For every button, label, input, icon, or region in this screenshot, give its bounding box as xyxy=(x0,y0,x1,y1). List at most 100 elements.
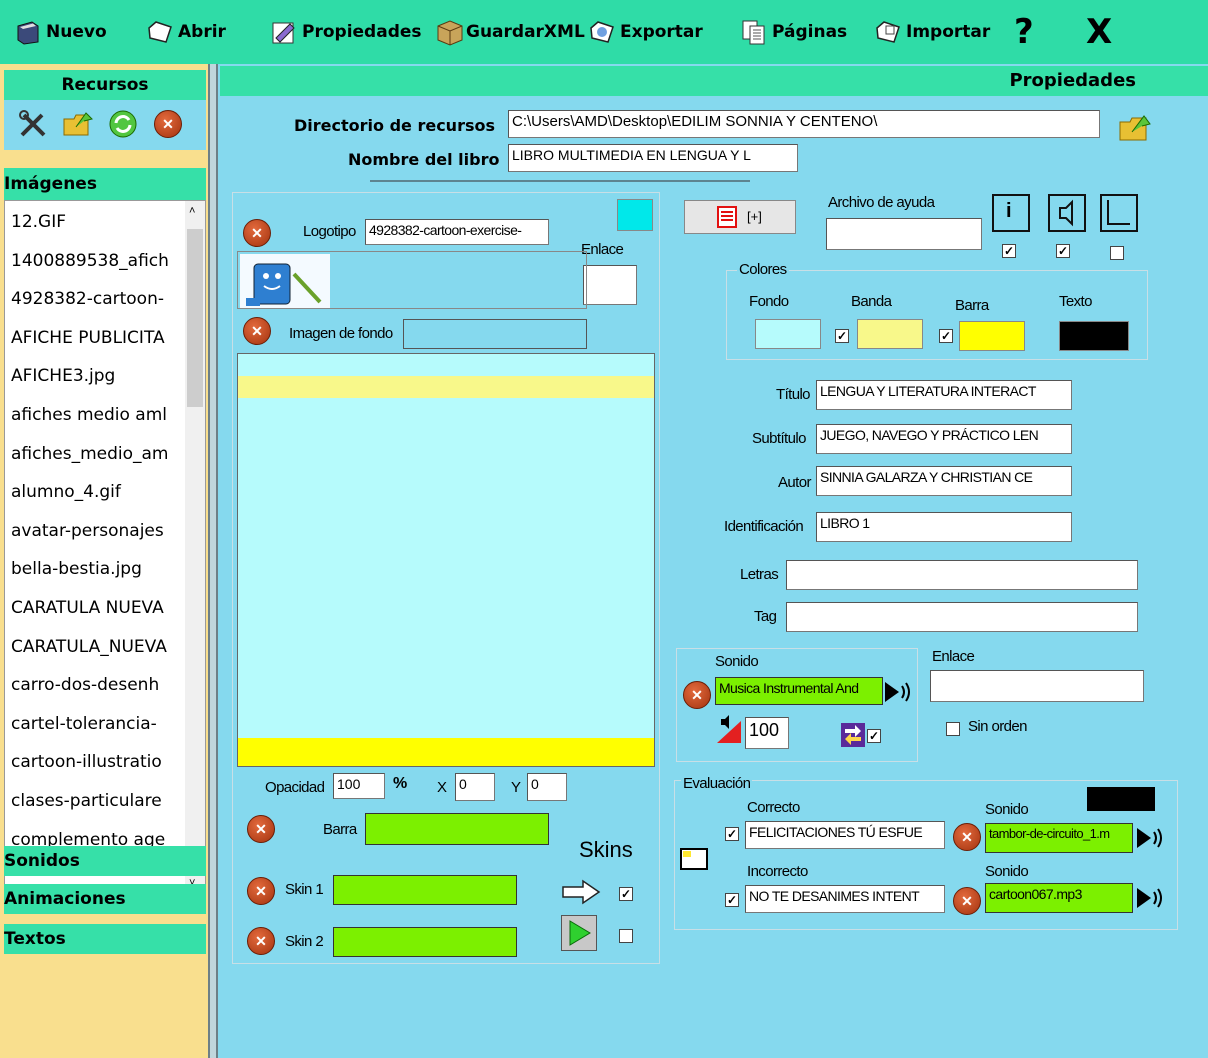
y-input[interactable]: 0 xyxy=(527,773,567,801)
exportar-button[interactable]: Exportar xyxy=(588,0,703,64)
imagenes-header[interactable]: Imágenes xyxy=(4,168,206,200)
delete-correct-sound-button[interactable]: ✕ xyxy=(953,823,981,851)
logo-input[interactable]: 4928382-cartoon-exercise- xyxy=(365,219,549,245)
paginas-button[interactable]: Páginas xyxy=(740,0,847,64)
close-button[interactable]: X xyxy=(1086,0,1112,64)
info-button[interactable]: i xyxy=(992,194,1030,232)
play-button[interactable] xyxy=(561,915,597,951)
help-button[interactable]: ? xyxy=(1014,0,1034,64)
sound-checkbox[interactable]: ✓ xyxy=(1056,244,1070,258)
volume-input[interactable]: 100 xyxy=(745,717,789,749)
folder-browse-icon[interactable] xyxy=(1118,112,1152,144)
delete-skin2-button[interactable]: ✕ xyxy=(247,927,275,955)
importar-button[interactable]: Importar xyxy=(874,0,990,64)
background-input[interactable] xyxy=(403,319,587,349)
titulo-input[interactable]: LENGUA Y LITERATURA INTERACT xyxy=(816,380,1072,410)
tools-icon[interactable] xyxy=(18,109,48,139)
correct-sound-field[interactable]: tambor-de-circuito_1.m xyxy=(985,823,1133,853)
enlace2-input[interactable] xyxy=(930,670,1144,702)
abrir-button[interactable]: Abrir xyxy=(146,0,226,64)
delete-bar-button[interactable]: ✕ xyxy=(247,815,275,843)
sound-button[interactable] xyxy=(1048,194,1086,232)
scrollbar[interactable]: ˄ ˅ xyxy=(185,201,205,899)
skin1-field[interactable] xyxy=(333,875,517,905)
list-item[interactable]: cartel-tolerancia- xyxy=(5,705,185,744)
delete-background-button[interactable]: ✕ xyxy=(243,317,271,345)
ident-input[interactable]: LIBRO 1 xyxy=(816,512,1072,542)
help-file-input[interactable] xyxy=(826,218,982,250)
barra-swatch[interactable] xyxy=(959,321,1025,351)
list-item[interactable]: alumno_4.gif xyxy=(5,473,185,512)
list-item[interactable]: avatar-personajes xyxy=(5,512,185,551)
letras-input[interactable] xyxy=(786,560,1138,590)
book-input[interactable]: LIBRO MULTIMEDIA EN LENGUA Y L xyxy=(508,144,798,172)
nuevo-button[interactable]: Nuevo xyxy=(14,0,107,64)
skin1-checkbox[interactable]: ✓ xyxy=(619,887,633,901)
opacity-input[interactable]: 100 xyxy=(333,773,385,799)
autor-input[interactable]: SINNIA GALARZA Y CHRISTIAN CE xyxy=(816,466,1072,496)
propiedades-button[interactable]: Propiedades xyxy=(270,0,422,64)
list-item[interactable]: CARATULA NUEVA xyxy=(5,589,185,628)
list-item[interactable]: cartoon-illustratio xyxy=(5,743,185,782)
animaciones-header[interactable]: Animaciones xyxy=(4,884,206,914)
delete-sound-button[interactable]: ✕ xyxy=(683,681,711,709)
banda-swatch[interactable] xyxy=(857,319,923,349)
sonidos-header[interactable]: Sonidos xyxy=(4,846,206,876)
play-incorrect-sound-icon[interactable] xyxy=(1135,885,1165,911)
subtitulo-input[interactable]: JUEGO, NAVEGO Y PRÁCTICO LEN xyxy=(816,424,1072,454)
play-sound-icon[interactable] xyxy=(883,679,913,705)
skin2-field[interactable] xyxy=(333,927,517,957)
incorrect-checkbox[interactable]: ✓ xyxy=(725,893,739,907)
list-item[interactable]: 12.GIF xyxy=(5,203,185,242)
sin-orden-checkbox[interactable] xyxy=(946,722,960,736)
list-item[interactable]: afiches medio aml xyxy=(5,396,185,435)
scrollbar-thumb[interactable] xyxy=(187,229,203,407)
frame-button[interactable] xyxy=(1100,194,1138,232)
arrow-right-icon[interactable] xyxy=(561,879,601,905)
list-item[interactable]: CARATULA_NUEVA xyxy=(5,628,185,667)
list-item[interactable]: bella-bestia.jpg xyxy=(5,550,185,589)
dir-input[interactable]: C:\Users\AMD\Desktop\EDILIM SONNIA Y CEN… xyxy=(508,110,1100,138)
skin2-checkbox[interactable] xyxy=(619,929,633,943)
open-folder-icon[interactable] xyxy=(62,109,94,139)
delete-skin1-button[interactable]: ✕ xyxy=(247,877,275,905)
delete-logo-button[interactable]: ✕ xyxy=(243,219,271,247)
banda-checkbox[interactable]: ✓ xyxy=(835,329,849,343)
info-checkbox[interactable]: ✓ xyxy=(1002,244,1016,258)
list-item[interactable]: 4928382-cartoon- xyxy=(5,280,185,319)
list-item[interactable]: AFICHE PUBLICITA xyxy=(5,319,185,358)
loop-icon[interactable] xyxy=(841,723,865,747)
list-item[interactable]: 1400889538_afich xyxy=(5,242,185,281)
list-item[interactable]: afiches_medio_am xyxy=(5,435,185,474)
loop-checkbox[interactable]: ✓ xyxy=(867,729,881,743)
play-correct-sound-icon[interactable] xyxy=(1135,825,1165,851)
correct-checkbox[interactable]: ✓ xyxy=(725,827,739,841)
enlace-input[interactable] xyxy=(583,265,637,305)
eval-color-swatch[interactable] xyxy=(1087,787,1155,811)
color-swatch[interactable] xyxy=(617,199,653,231)
scroll-up-icon[interactable]: ˄ xyxy=(189,205,195,217)
x-input[interactable]: 0 xyxy=(455,773,495,801)
list-item[interactable]: AFICHE3.jpg xyxy=(5,357,185,396)
barra-checkbox[interactable]: ✓ xyxy=(939,329,953,343)
incorrect-input[interactable]: NO TE DESANIMES INTENT xyxy=(745,885,945,913)
message-icon[interactable] xyxy=(679,847,709,871)
list-item[interactable]: clases-particulare xyxy=(5,782,185,821)
pages-button[interactable]: [+] xyxy=(684,200,796,234)
texto-swatch[interactable] xyxy=(1059,321,1129,351)
textos-header[interactable]: Textos xyxy=(4,924,206,954)
image-list[interactable]: 12.GIF 1400889538_afich 4928382-cartoon- AF… xyxy=(4,200,206,900)
incorrect-sound-field[interactable]: cartoon067.mp3 xyxy=(985,883,1133,913)
delete-incorrect-sound-button[interactable]: ✕ xyxy=(953,887,981,915)
refresh-icon[interactable] xyxy=(108,109,138,139)
tag-input[interactable] xyxy=(786,602,1138,632)
frame-checkbox[interactable] xyxy=(1110,246,1124,260)
fondo-swatch[interactable] xyxy=(755,319,821,349)
delete-resource-button[interactable]: ✕ xyxy=(154,110,182,138)
correct-input[interactable]: FELICITACIONES TÚ ESFUE xyxy=(745,821,945,849)
list-item[interactable]: carro-dos-desenh xyxy=(5,666,185,705)
bar-field[interactable] xyxy=(365,813,549,845)
splitter[interactable] xyxy=(208,64,218,1058)
guardar-xml-button[interactable]: GuardarXML xyxy=(436,0,585,64)
sound-field[interactable]: Musica Instrumental And xyxy=(715,677,883,705)
